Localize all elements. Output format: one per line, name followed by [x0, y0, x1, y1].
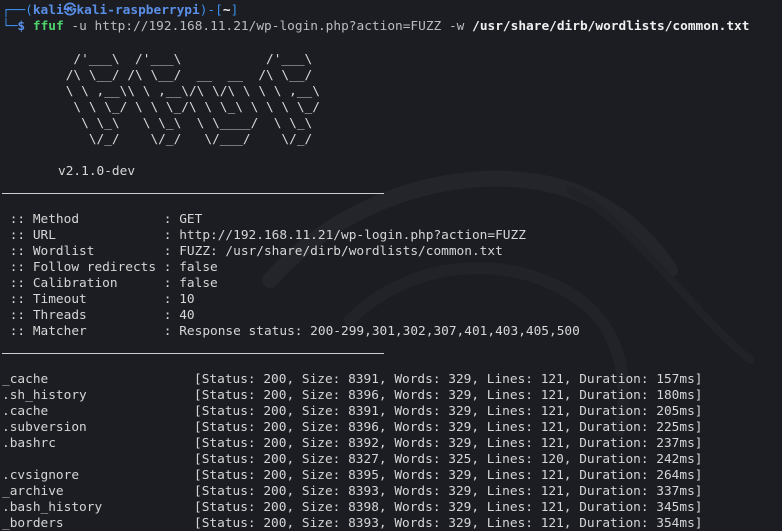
result-path: .bash_history	[2, 500, 103, 515]
result-path: .bashrc	[2, 436, 56, 451]
config-row: :: URL : http://192.168.11.21/wp-login.p…	[2, 228, 526, 244]
result-status: [Status: 200, Size: 8398, Words: 329, Li…	[194, 500, 703, 515]
config-value: FUZZ: /usr/share/dirb/wordlists/common.t…	[179, 244, 503, 259]
command-flag-w: -w	[448, 19, 465, 34]
result-path: _borders	[2, 516, 64, 531]
prompt-user-host: kali㉿kali-raspberrypi	[32, 3, 200, 18]
result-status: [Status: 200, Size: 8391, Words: 329, Li…	[194, 372, 703, 387]
result-status: [Status: 200, Size: 8393, Words: 329, Li…	[194, 484, 703, 499]
config-key: :: Matcher :	[2, 324, 180, 339]
result-path: .cvsignore	[2, 468, 80, 483]
config-value: Response status: 200-299,301,302,307,401…	[179, 324, 580, 339]
result-status: [Status: 200, Size: 8392, Words: 329, Li…	[194, 436, 703, 451]
config-value: 40	[179, 308, 195, 323]
result-path: _archive	[2, 484, 64, 499]
result-path: .sh_history	[2, 388, 87, 403]
config-row: :: Calibration : false	[2, 276, 218, 292]
version-label: v2.1.0-dev	[58, 164, 136, 179]
separator-bottom	[2, 353, 384, 354]
result-status: [Status: 200, Size: 8396, Words: 329, Li…	[194, 388, 703, 403]
ffuf-ascii-banner: /'___\ /'___\ /'___\ /\ \__/ /\ \__/ __ …	[65, 52, 320, 147]
prompt-separator: )-[	[199, 3, 223, 18]
separator-top	[2, 193, 384, 194]
config-row: :: Timeout : 10	[2, 292, 195, 308]
terminal-window[interactable]: ┌──(kali㉿kali-raspberrypi)-[~] └─$ ffuf …	[0, 0, 782, 531]
command-url: http://192.168.11.21/wp-login.php?action…	[94, 19, 442, 34]
config-key: :: Calibration :	[2, 276, 180, 291]
result-path: .subversion	[2, 420, 87, 435]
config-value: false	[179, 260, 218, 275]
command-line[interactable]: └─$ ffuf -u http://192.168.11.21/wp-logi…	[2, 19, 749, 35]
config-value: GET	[179, 212, 203, 227]
config-value: false	[179, 276, 218, 291]
result-status: [Status: 200, Size: 8391, Words: 329, Li…	[194, 404, 703, 419]
command-name: ffuf	[32, 19, 64, 34]
command-flag-u: -u	[71, 19, 87, 34]
prompt-dollar: $	[17, 19, 26, 34]
config-value: 10	[179, 292, 195, 307]
config-row: :: Wordlist : FUZZ: /usr/share/dirb/word…	[2, 244, 503, 260]
result-status: [Status: 200, Size: 8393, Words: 329, Li…	[194, 516, 703, 531]
prompt-corner-bottom: └─	[2, 19, 18, 34]
config-value: http://192.168.11.21/wp-login.php?action…	[179, 228, 526, 243]
config-row: :: Matcher : Response status: 200-299,30…	[2, 324, 580, 340]
config-key: :: Wordlist :	[2, 244, 180, 259]
config-key: :: Follow redirects :	[2, 260, 180, 275]
result-status: [Status: 200, Size: 8395, Words: 329, Li…	[194, 468, 703, 483]
result-path: _cache	[2, 372, 49, 387]
config-key: :: URL :	[2, 228, 180, 243]
config-row: :: Follow redirects : false	[2, 260, 218, 276]
config-key: :: Threads :	[2, 308, 180, 323]
result-status: [Status: 200, Size: 8327, Words: 325, Li…	[194, 452, 703, 467]
config-key: :: Method :	[2, 212, 180, 227]
config-key: :: Timeout :	[2, 292, 180, 307]
result-path: .cache	[2, 404, 49, 419]
prompt-directory: ~	[222, 3, 231, 18]
result-status: [Status: 200, Size: 8396, Words: 329, Li…	[194, 420, 703, 435]
prompt-corner-top: ┌──(	[2, 3, 33, 18]
config-row: :: Method : GET	[2, 212, 203, 228]
command-wordlist: /usr/share/dirb/wordlists/common.txt	[472, 19, 750, 34]
config-row: :: Threads : 40	[2, 308, 195, 324]
prompt-bracket-close: ]	[230, 3, 239, 18]
prompt-line: ┌──(kali㉿kali-raspberrypi)-[~]	[2, 3, 238, 19]
